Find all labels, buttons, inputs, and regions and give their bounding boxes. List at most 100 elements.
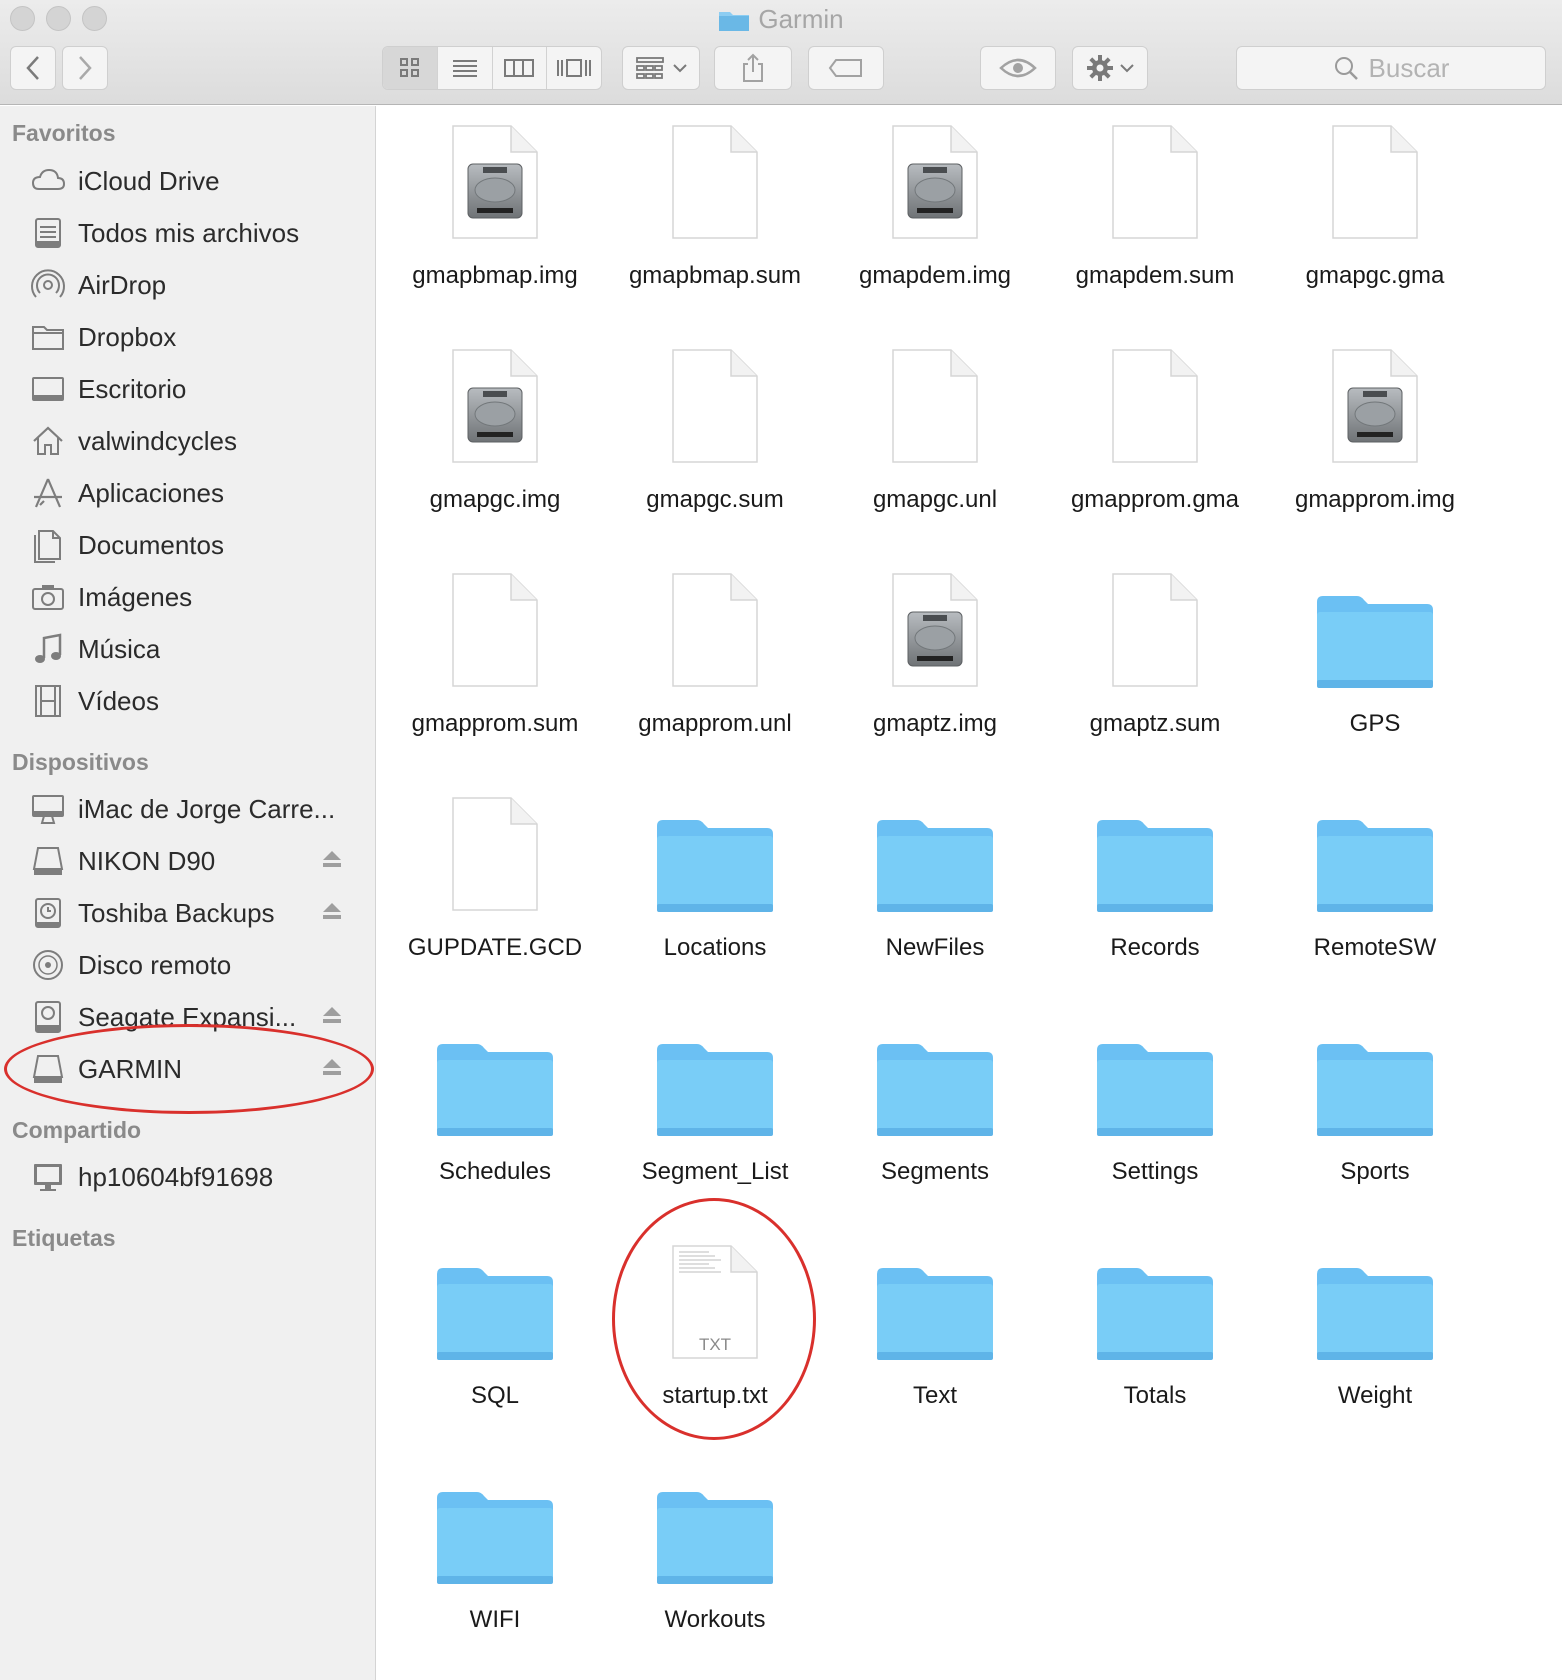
sidebar-item-seagate-expansi[interactable]: Seagate Expansi... — [0, 994, 376, 1040]
file-item[interactable]: gmapprom.sum — [385, 560, 605, 770]
file-item[interactable]: Sports — [1265, 1008, 1485, 1218]
sidebar-item-todos-mis-archivos[interactable]: Todos mis archivos — [0, 210, 376, 256]
file-item[interactable]: gmapgc.gma — [1265, 112, 1485, 322]
file-item[interactable]: TXT startup.txt — [605, 1232, 825, 1442]
sidebar-item-m-sica[interactable]: Música — [0, 626, 376, 672]
sidebar-item-escritorio[interactable]: Escritorio — [0, 366, 376, 412]
file-item[interactable]: gmaptz.img — [825, 560, 1045, 770]
sidebar-item-nikon-d90[interactable]: NIKON D90 — [0, 838, 376, 884]
action-gear-icon — [1087, 55, 1113, 81]
file-item[interactable]: GPS — [1265, 560, 1485, 770]
sidebar-item-label: NIKON D90 — [78, 845, 216, 876]
file-name: gmapgc.unl — [872, 486, 998, 513]
arrange-button[interactable] — [622, 46, 700, 90]
document-icon — [825, 336, 1045, 466]
file-item[interactable]: gmapprom.unl — [605, 560, 825, 770]
eject-icon[interactable] — [322, 902, 342, 925]
file-item[interactable]: gmapprom.gma — [1045, 336, 1265, 546]
file-item[interactable]: gmapdem.sum — [1045, 112, 1265, 322]
sidebar-item-hp10604bf91698[interactable]: hp10604bf91698 — [0, 1154, 376, 1200]
action-button[interactable] — [1072, 46, 1148, 90]
file-item[interactable]: Locations — [605, 784, 825, 994]
file-item[interactable]: gmapgc.sum — [605, 336, 825, 546]
document-icon — [1045, 112, 1265, 242]
forward-button[interactable] — [62, 46, 108, 90]
file-item[interactable]: Segments — [825, 1008, 1045, 1218]
search-field[interactable]: Buscar — [1236, 46, 1546, 90]
file-item[interactable]: WIFI — [385, 1456, 605, 1666]
file-item[interactable]: gmapgc.unl — [825, 336, 1045, 546]
airdrop-icon — [28, 265, 68, 305]
section-favorites-title: Favoritos — [12, 120, 116, 146]
file-item[interactable]: Schedules — [385, 1008, 605, 1218]
sidebar-item-label: AirDrop — [78, 269, 167, 300]
list-view-button[interactable] — [438, 47, 493, 89]
file-name: Text — [912, 1382, 957, 1409]
file-item[interactable]: gmapgc.img — [385, 336, 605, 546]
document-icon — [385, 784, 605, 914]
disk-image-icon — [385, 336, 605, 466]
tag-button[interactable] — [808, 46, 884, 90]
cover-flow-button[interactable] — [547, 47, 601, 89]
share-button[interactable] — [714, 46, 792, 90]
quicklook-icon — [999, 58, 1037, 78]
sidebar-item-dropbox[interactable]: Dropbox — [0, 314, 376, 360]
back-icon — [26, 56, 39, 80]
file-item[interactable]: SQL — [385, 1232, 605, 1442]
eject-icon[interactable] — [322, 850, 342, 873]
quicklook-button[interactable] — [980, 46, 1056, 90]
file-name: Sports — [1340, 1158, 1410, 1185]
file-item[interactable]: Weight — [1265, 1232, 1485, 1442]
sidebar-item-imac-de-jorge-carre[interactable]: iMac de Jorge Carre... — [0, 786, 376, 832]
apps-icon — [28, 473, 68, 513]
file-item[interactable]: gmapbmap.img — [385, 112, 605, 322]
sidebar-item-label: Disco remoto — [78, 949, 232, 980]
sidebar-item-label: Aplicaciones — [78, 477, 224, 508]
sidebar-item-icloud-drive[interactable]: iCloud Drive — [0, 158, 376, 204]
icon-view-button[interactable] — [383, 47, 438, 89]
sidebar-item-garmin[interactable]: GARMIN — [0, 1046, 376, 1092]
file-item[interactable]: gmapprom.img — [1265, 336, 1485, 546]
sidebar-item-aplicaciones[interactable]: Aplicaciones — [0, 470, 376, 516]
eject-icon[interactable] — [322, 1006, 342, 1029]
sidebar-item-im-genes[interactable]: Imágenes — [0, 574, 376, 620]
list-view-icon — [452, 60, 477, 77]
view-mode-segmented — [382, 46, 602, 90]
film-icon — [28, 681, 68, 721]
sidebar-item-disco-remoto[interactable]: Disco remoto — [0, 942, 376, 988]
folder-icon — [1045, 784, 1265, 914]
sidebar-item-label: Documentos — [78, 529, 224, 560]
file-item[interactable]: gmapbmap.sum — [605, 112, 825, 322]
sidebar-item-airdrop[interactable]: AirDrop — [0, 262, 376, 308]
eject-icon[interactable] — [322, 1058, 342, 1081]
sidebar-item-toshiba-backups[interactable]: Toshiba Backups — [0, 890, 376, 936]
file-item[interactable]: Settings — [1045, 1008, 1265, 1218]
sidebar-item-documentos[interactable]: Documentos — [0, 522, 376, 568]
file-name: Workouts — [664, 1606, 766, 1633]
document-icon — [385, 560, 605, 690]
sidebar-item-v-deos[interactable]: Vídeos — [0, 678, 376, 724]
file-name: gmapdem.sum — [1075, 262, 1235, 289]
column-view-button[interactable] — [493, 47, 548, 89]
sidebar-item-label: valwindcycles — [78, 425, 237, 456]
sidebar-item-label: Imágenes — [78, 581, 193, 612]
sidebar-item-valwindcycles[interactable]: valwindcycles — [0, 418, 376, 464]
file-item[interactable]: GUPDATE.GCD — [385, 784, 605, 994]
file-item[interactable]: Totals — [1045, 1232, 1265, 1442]
sidebar-item-label: iCloud Drive — [78, 165, 220, 196]
folder-icon — [605, 1456, 825, 1586]
toolbar: Garmin Buscar — [0, 0, 1562, 105]
file-item[interactable]: gmapdem.img — [825, 112, 1045, 322]
drive-icon — [28, 841, 68, 881]
file-item[interactable]: Text — [825, 1232, 1045, 1442]
sidebar-item-label: Toshiba Backups — [78, 897, 275, 928]
file-item[interactable]: Workouts — [605, 1456, 825, 1666]
tag-icon — [828, 59, 862, 77]
file-item[interactable]: gmaptz.sum — [1045, 560, 1265, 770]
file-item[interactable]: Records — [1045, 784, 1265, 994]
file-item[interactable]: RemoteSW — [1265, 784, 1485, 994]
file-item[interactable]: Segment_List — [605, 1008, 825, 1218]
file-item[interactable]: NewFiles — [825, 784, 1045, 994]
back-button[interactable] — [10, 46, 56, 90]
folder-icon — [1265, 784, 1485, 914]
